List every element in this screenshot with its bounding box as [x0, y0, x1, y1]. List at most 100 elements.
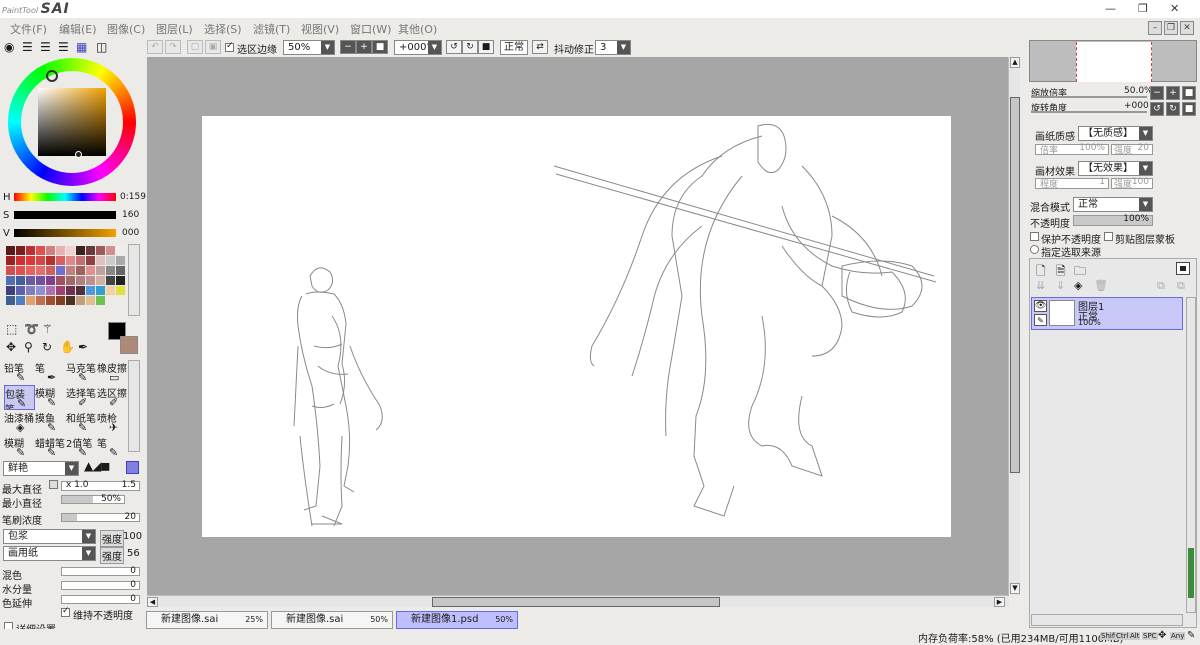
- nav-angle-slider[interactable]: [1031, 111, 1147, 113]
- scroll-left-icon[interactable]: ◀: [147, 597, 158, 607]
- color-swatch[interactable]: [76, 246, 85, 255]
- brush-tool-14[interactable]: 2值笔 ✎: [66, 435, 97, 460]
- color-swatch[interactable]: [36, 266, 45, 275]
- scroll-up-icon[interactable]: ▲: [1010, 57, 1020, 68]
- color-swatch[interactable]: [86, 296, 95, 305]
- color-swatch[interactable]: [66, 246, 75, 255]
- paper-texture-select[interactable]: 【无质感】 ▼: [1078, 126, 1153, 141]
- scroll-right-icon[interactable]: ▶: [994, 597, 1005, 607]
- persistence-slider[interactable]: 0: [61, 594, 140, 604]
- scratchpad-mode-icon[interactable]: ◫: [96, 40, 107, 54]
- navigator-viewport[interactable]: [1076, 42, 1152, 82]
- rotation-select[interactable]: +000° ▼: [394, 40, 442, 55]
- color-swatch[interactable]: [6, 266, 15, 275]
- brush-edge-select[interactable]: 鲜艳 ▼: [3, 461, 79, 476]
- clear-layer-icon[interactable]: ◈: [1074, 279, 1082, 292]
- doc-restore-icon[interactable]: ❐: [1164, 21, 1178, 35]
- paper-strength-field[interactable]: 强度 20: [1111, 143, 1153, 156]
- brush-tool-3[interactable]: 橡皮擦 ▭: [97, 360, 128, 385]
- nav-rotate-left-button[interactable]: ↺: [1150, 102, 1164, 116]
- zoom-reset-button[interactable]: ■: [372, 40, 388, 54]
- menu-image[interactable]: 图像(C): [107, 21, 145, 37]
- doc-tab[interactable]: 新建图像.sai 25%: [146, 611, 268, 629]
- gradient-mode-icon[interactable]: ☰: [58, 40, 69, 54]
- sv-marker[interactable]: [75, 151, 82, 158]
- color-swatch[interactable]: [116, 246, 125, 255]
- color-swatch[interactable]: [96, 286, 105, 295]
- density-slider[interactable]: 20: [61, 512, 140, 522]
- color-swatch[interactable]: [106, 266, 115, 275]
- move-icon[interactable]: ✥: [6, 340, 16, 354]
- layer-blend-select[interactable]: 正常 ▼: [1073, 197, 1153, 212]
- brush-tool-7[interactable]: 选区擦 ✐: [97, 385, 128, 410]
- swatch-mode-icon[interactable]: ▦: [76, 40, 87, 54]
- color-swatch[interactable]: [96, 276, 105, 285]
- value-slider[interactable]: [14, 229, 116, 237]
- color-swatch[interactable]: [46, 286, 55, 295]
- color-swatch[interactable]: [116, 256, 125, 265]
- color-swatch[interactable]: [66, 256, 75, 265]
- nav-rotate-reset-button[interactable]: ■: [1182, 102, 1196, 116]
- swatch-scrollbar[interactable]: [128, 244, 140, 316]
- color-swatch[interactable]: [86, 246, 95, 255]
- menu-other[interactable]: 其他(O): [398, 21, 437, 37]
- rotate-right-button[interactable]: ↻: [462, 40, 478, 54]
- delete-layer-icon[interactable]: 🗑: [1094, 279, 1108, 292]
- zoom-icon[interactable]: ⚲: [24, 340, 33, 354]
- layer-down-icon[interactable]: ⧉: [1177, 279, 1185, 293]
- color-swatch[interactable]: [86, 266, 95, 275]
- color-swatch[interactable]: [96, 296, 105, 305]
- color-swatch[interactable]: [56, 276, 65, 285]
- color-swatch[interactable]: [56, 246, 65, 255]
- color-swatch[interactable]: [16, 296, 25, 305]
- close-icon[interactable]: ✕: [1170, 2, 1179, 15]
- color-swatch[interactable]: [66, 296, 75, 305]
- tool-scrollbar[interactable]: [128, 360, 140, 452]
- color-swatch[interactable]: [116, 276, 125, 285]
- brush-tool-10[interactable]: 和纸笔 ✎: [66, 410, 97, 435]
- secondary-color[interactable]: [120, 336, 138, 354]
- lasso-icon[interactable]: ➰: [24, 322, 39, 336]
- texture-strength-value[interactable]: 56: [127, 548, 140, 559]
- hue-marker[interactable]: [46, 70, 58, 82]
- restore-icon[interactable]: ❐: [1138, 2, 1148, 15]
- zoom-select[interactable]: 50% ▼: [283, 40, 335, 55]
- selection-source-radio[interactable]: [1030, 245, 1039, 254]
- brush-tool-8[interactable]: 油漆桶 ◈: [4, 410, 35, 435]
- color-swatch[interactable]: [66, 276, 75, 285]
- max-size-field[interactable]: x 1.0 1.5: [61, 480, 140, 491]
- color-swatch[interactable]: [106, 246, 115, 255]
- invert-selection-button[interactable]: ▣: [205, 40, 221, 54]
- merge-down-icon[interactable]: ⇊: [1036, 279, 1045, 292]
- color-swatch[interactable]: [66, 266, 75, 275]
- color-swatch[interactable]: [26, 246, 35, 255]
- color-swatch[interactable]: [6, 246, 15, 255]
- color-swatch[interactable]: [6, 276, 15, 285]
- brush-shape-icons[interactable]: ▲◢◼: [84, 459, 110, 473]
- doc-tab-active[interactable]: 新建图像1.psd 50%: [396, 611, 518, 629]
- color-swatch[interactable]: [106, 286, 115, 295]
- color-swatch[interactable]: [46, 276, 55, 285]
- menu-layer[interactable]: 图层(L): [156, 21, 193, 37]
- flip-button[interactable]: ⇄: [532, 40, 548, 54]
- menu-edit[interactable]: 编辑(E): [59, 21, 97, 37]
- show-selection-checkbox[interactable]: ✓: [225, 41, 234, 52]
- color-swatch[interactable]: [96, 246, 105, 255]
- color-swatch[interactable]: [26, 286, 35, 295]
- layer-hscrollbar[interactable]: [1031, 614, 1183, 626]
- color-swatch[interactable]: [6, 296, 15, 305]
- magic-wand-icon[interactable]: ⚚: [42, 322, 53, 336]
- hand-icon[interactable]: ✋: [60, 340, 75, 354]
- view-mode-button[interactable]: 正常: [500, 40, 528, 55]
- brush-tool-0[interactable]: 铅笔 ✎: [4, 360, 35, 385]
- layer-options-icon[interactable]: [1176, 262, 1190, 275]
- effect-select[interactable]: 【无效果】 ▼: [1078, 161, 1153, 176]
- brush-tool-13[interactable]: 蜡蜡笔 ✎: [35, 435, 66, 460]
- color-swatch[interactable]: [86, 286, 95, 295]
- doc-minimize-icon[interactable]: –: [1148, 21, 1162, 35]
- rotate-icon[interactable]: ↻: [42, 340, 52, 354]
- color-swatch[interactable]: [66, 286, 75, 295]
- color-wheel-mode-icon[interactable]: ◉: [4, 40, 14, 54]
- layer-visibility-icon[interactable]: 👁: [1034, 300, 1047, 312]
- color-swatch[interactable]: [116, 286, 125, 295]
